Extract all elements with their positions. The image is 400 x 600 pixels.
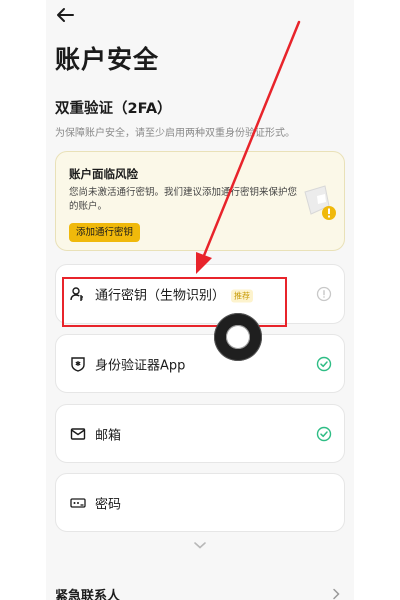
password-label: 密码 <box>95 497 122 512</box>
add-passkey-button[interactable]: 添加通行密钥 <box>69 223 141 242</box>
check-icon <box>316 356 332 371</box>
expand-chevron-icon[interactable] <box>193 540 207 550</box>
emergency-contact-label[interactable]: 紧急联系人 <box>55 585 120 600</box>
touch-indicator <box>214 313 262 361</box>
warning-illustration-icon <box>304 185 336 220</box>
risk-text: 您尚未激活通行密钥。我们建议添加通行密钥来保护您的账户。 <box>69 187 298 212</box>
risk-title: 账户面临风险 <box>69 167 138 181</box>
two-factor-title: 双重验证（2FA） <box>55 101 172 117</box>
back-arrow-icon[interactable] <box>55 6 75 24</box>
mail-icon <box>70 427 86 440</box>
authenticator-label: 身份验证器App <box>95 358 186 373</box>
password-icon <box>70 497 86 508</box>
method-authenticator[interactable]: 身份验证器App <box>55 334 345 393</box>
page-title: 账户安全 <box>55 45 160 74</box>
authenticator-shield-icon <box>71 356 85 372</box>
email-label: 邮箱 <box>95 428 122 443</box>
chevron-right-icon[interactable] <box>332 588 340 600</box>
two-factor-description: 为保障账户安全，请至少启用两种双重身份验证形式。 <box>55 128 295 139</box>
method-email[interactable]: 邮箱 <box>55 404 345 463</box>
check-icon <box>316 426 332 441</box>
method-password[interactable]: 密码 <box>55 473 345 532</box>
account-risk-card: 账户面临风险 您尚未激活通行密钥。我们建议添加通行密钥来保护您的账户。 添加通行… <box>55 151 345 251</box>
info-icon <box>316 286 332 302</box>
